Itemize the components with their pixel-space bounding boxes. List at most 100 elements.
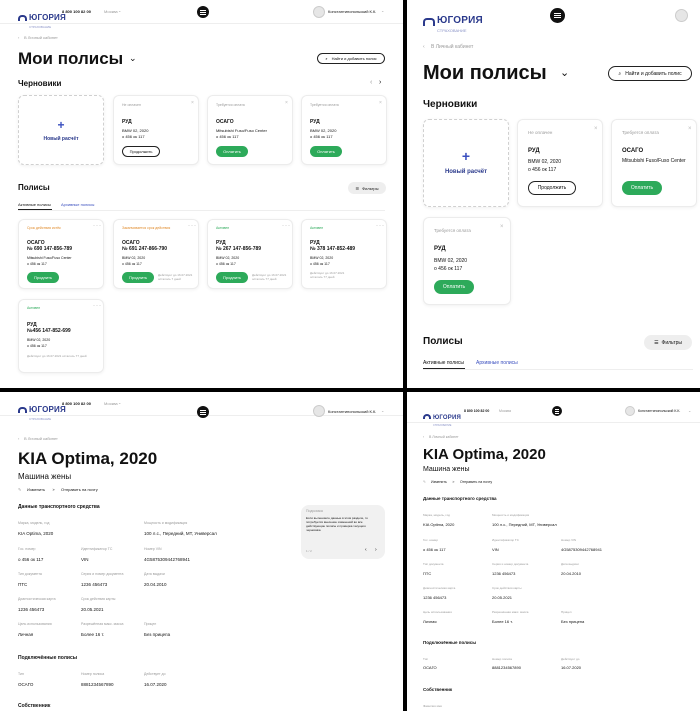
policy-plate: о 456 ок 117 xyxy=(216,262,236,266)
edit-link[interactable]: Изменить xyxy=(431,480,447,484)
user-name[interactable]: Константинопольский К.К. xyxy=(328,9,376,14)
policy-card[interactable]: Активен ··· РУД № 378 147-852-489 BMW 02… xyxy=(301,219,387,289)
search-icon: ⌕ xyxy=(325,56,328,61)
linked-policy-type[interactable]: ОСАГО xyxy=(423,665,437,670)
find-policy-button[interactable]: ⌕ Найти и добавить полис xyxy=(608,66,692,81)
send-email-link[interactable]: Отправить на почту xyxy=(460,480,492,484)
phone[interactable]: 8 800 100 82 00 xyxy=(464,409,489,413)
pay-button[interactable]: Оплатить xyxy=(216,146,248,157)
policies-title: Полисы xyxy=(18,183,50,192)
new-calc-card[interactable]: + Новый расчёт xyxy=(18,95,104,165)
send-email-link[interactable]: Отправить на почту xyxy=(61,487,98,492)
draft-card[interactable]: Требуется оплата × РУД BMW 02, 2020 о 45… xyxy=(423,217,511,305)
close-icon[interactable]: × xyxy=(688,126,692,132)
next-arrow-icon[interactable]: › xyxy=(375,547,377,553)
logo[interactable]: ЮГОРИЯ СТРАХОВАНИЕ xyxy=(18,7,66,29)
pay-button[interactable]: Оплатить xyxy=(310,146,342,157)
breadcrumb[interactable]: В Личный кабинет xyxy=(24,436,58,441)
tab-archived-policies[interactable]: Архивные полисы xyxy=(476,360,518,366)
linked-policy-type[interactable]: ОСАГО xyxy=(18,682,33,687)
more-icon[interactable]: ··· xyxy=(188,223,197,229)
close-icon[interactable]: × xyxy=(500,224,504,230)
policy-card[interactable]: Активен ··· РУД № 267 147-856-789 BMW 02… xyxy=(207,219,293,289)
logo[interactable]: ЮГОРИЯ СТРАХОВАНИЕ xyxy=(423,10,483,33)
draft-card[interactable]: Требуется оплата × ОСАГО Mitsubishi Fuso… xyxy=(207,95,293,165)
avatar[interactable] xyxy=(313,405,325,417)
more-icon[interactable]: ··· xyxy=(376,223,385,229)
close-icon[interactable]: × xyxy=(191,100,194,106)
tab-active-policies[interactable]: Активные полисы xyxy=(423,360,464,366)
avatar[interactable] xyxy=(313,6,325,18)
logo[interactable]: ЮГОРИЯ СТРАХОВАНИЕ xyxy=(18,399,66,421)
menu-button[interactable] xyxy=(550,8,565,23)
tab-active-policies[interactable]: Активные полисы xyxy=(18,202,51,207)
close-icon[interactable]: × xyxy=(285,100,288,106)
city-select[interactable]: Москва xyxy=(104,401,118,406)
policy-card[interactable]: Активен ··· РУД №456 147-852-699 BMW 02,… xyxy=(18,299,104,373)
back-arrow-icon[interactable]: ‹ xyxy=(18,436,19,441)
phone[interactable]: 8 800 100 82 00 xyxy=(62,9,91,14)
vehicle-section-title: Данные транспортного средства xyxy=(18,504,100,510)
draft-card[interactable]: Требуется оплата × ОСАГО Mitsubishi Fuso… xyxy=(611,119,697,207)
continue-button[interactable]: Продолжить xyxy=(122,146,160,157)
draft-card[interactable]: Требуется оплата × РУД BMW 02, 2020 о 45… xyxy=(301,95,387,165)
more-icon[interactable]: ··· xyxy=(93,303,102,309)
phone[interactable]: 8 800 100 82 00 xyxy=(62,401,91,406)
find-policy-button[interactable]: ⌕ Найти и добавить полис xyxy=(317,53,385,64)
pay-button[interactable]: Оплатить xyxy=(622,181,662,195)
send-icon[interactable]: ➤ xyxy=(52,487,55,492)
chevron-down-icon[interactable]: ⌄ xyxy=(560,66,569,79)
city-select[interactable]: Москва xyxy=(499,409,511,413)
renew-button[interactable]: Продлить xyxy=(216,272,248,283)
breadcrumb[interactable]: В Личный кабинет xyxy=(429,435,459,439)
menu-icon xyxy=(200,411,206,413)
renew-button[interactable]: Продлить xyxy=(122,272,154,283)
logo[interactable]: ЮГОРИЯ СТРАХОВАНИЕ xyxy=(423,406,461,427)
edit-link[interactable]: Изменить xyxy=(27,487,45,492)
avatar[interactable] xyxy=(675,9,688,22)
back-arrow-icon[interactable]: ‹ xyxy=(423,435,424,439)
next-arrow-icon[interactable]: › xyxy=(379,79,381,86)
policy-card[interactable]: Заканчивается срок действия ··· ОСАГО № … xyxy=(113,219,199,289)
avatar[interactable] xyxy=(625,406,635,416)
menu-button[interactable] xyxy=(552,406,562,416)
menu-button[interactable] xyxy=(197,406,209,418)
prev-arrow-icon[interactable]: ‹ xyxy=(370,79,372,86)
send-icon[interactable]: ➤ xyxy=(452,480,455,484)
close-icon[interactable]: × xyxy=(594,126,598,132)
close-icon[interactable]: × xyxy=(379,100,382,106)
renew-button[interactable]: Продлить xyxy=(27,272,59,283)
draft-card[interactable]: Не оплачен × РУД BMW 02, 2020 о 456 ок 1… xyxy=(113,95,199,165)
user-name[interactable]: Константинопольский К.К. xyxy=(638,409,680,413)
new-calc-card[interactable]: + Новый расчёт xyxy=(423,119,509,207)
linked-policy-number[interactable]: 8881234567890 xyxy=(492,665,521,670)
breadcrumb[interactable]: В Личный кабинет xyxy=(431,44,473,50)
draft-status: Не оплачен xyxy=(528,130,553,135)
new-calc-label: Новый расчёт xyxy=(43,136,79,142)
linked-policy-number[interactable]: 8881234567890 xyxy=(81,682,114,687)
policy-card[interactable]: Срок действия истёк ··· ОСАГО № 690 147-… xyxy=(18,219,104,289)
filter-icon: ☰ xyxy=(355,185,360,191)
new-calc-label: Новый расчёт xyxy=(444,169,488,175)
draft-card[interactable]: Не оплачен × РУД BMW 02, 2020 о 456 ок 1… xyxy=(517,119,603,207)
tab-archived-policies[interactable]: Архивные полисы xyxy=(61,202,94,207)
menu-button[interactable] xyxy=(197,6,209,18)
filters-button[interactable]: ☰ Фильтры xyxy=(644,335,692,350)
filters-button[interactable]: ☰ Фильтры xyxy=(348,182,386,194)
back-arrow-icon[interactable]: ‹ xyxy=(18,35,19,40)
more-icon[interactable]: ··· xyxy=(282,223,291,229)
back-arrow-icon[interactable]: ‹ xyxy=(423,44,425,50)
breadcrumb[interactable]: В Личный кабинет xyxy=(24,35,58,40)
user-name[interactable]: Константинопольский К.К. xyxy=(328,409,376,414)
city-select[interactable]: Москва xyxy=(104,9,118,14)
policy-car: BMW 02, 2020 xyxy=(310,256,334,260)
draft-type: РУД xyxy=(434,246,446,252)
edit-icon[interactable]: ✎ xyxy=(423,480,426,484)
more-icon[interactable]: ··· xyxy=(93,223,102,229)
drafts-title: Черновики xyxy=(423,99,478,110)
pay-button[interactable]: Оплатить xyxy=(434,280,474,294)
chevron-down-icon[interactable]: ⌄ xyxy=(129,53,137,64)
continue-button[interactable]: Продолжить xyxy=(528,181,576,195)
edit-icon[interactable]: ✎ xyxy=(18,487,21,492)
prev-arrow-icon[interactable]: ‹ xyxy=(365,547,367,553)
